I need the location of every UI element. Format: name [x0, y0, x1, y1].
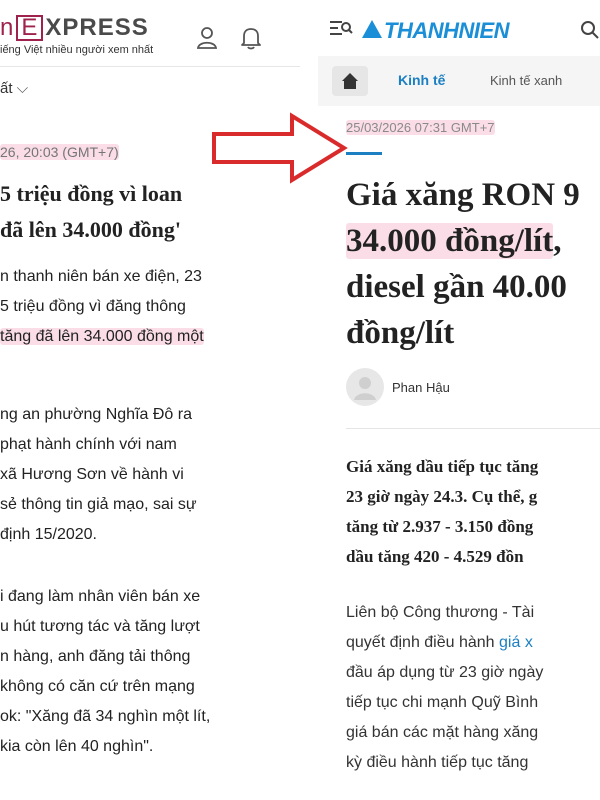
body-line: không có căn cứ trên mạng — [0, 678, 195, 695]
article-title: Giá xăng RON 9 34.000 đồng/lít, diesel g… — [346, 172, 600, 356]
logo-e-box: E — [16, 15, 44, 41]
body-line: ng an phường Nghĩa Đô ra — [0, 406, 192, 423]
article-lead: n thanh niên bán xe điện, 23 5 triệu đồn… — [0, 262, 300, 352]
body-line: ok: "Xăng đã 34 nghìn một lít, — [0, 708, 211, 725]
logo-xpress: XPRESS — [45, 14, 149, 41]
vnexpress-header: n E XPRESS iếng Việt nhiều người xem nhất — [0, 0, 300, 67]
publish-datetime: 26, 20:03 (GMT+7) — [0, 144, 119, 160]
thanhnien-pane: THANHNIEN Kinh tế Kinh tế xanh 25/03/202… — [318, 0, 600, 800]
category-nav: Kinh tế Kinh tế xanh — [318, 56, 600, 106]
body-line: giá bán các mặt hàng xăng — [346, 724, 539, 741]
title-line: đã lên 34.000 đồng' — [0, 217, 181, 242]
lead-line: 23 giờ ngày 24.3. Cụ thể, g — [346, 487, 538, 506]
title-line: Giá xăng RON 9 — [346, 177, 580, 213]
body-line: quyết định điều hành giá x — [346, 628, 600, 658]
datetime-text: 26, 20:03 (GMT+7) — [0, 144, 119, 160]
user-icon[interactable] — [194, 24, 220, 50]
body-line: định 15/2020. — [0, 526, 97, 543]
title-highlight: 34.000 đồng/lít — [346, 223, 554, 259]
body-paragraph-2: i đang làm nhân viên bán xe u hút tương … — [0, 582, 300, 762]
body-line: i đang làm nhân viên bán xe — [0, 588, 201, 605]
body-line: kỳ điều hành tiếp tục tăng — [346, 754, 529, 771]
logo-left-letter: n — [0, 14, 15, 41]
lead-line: 5 triệu đồng vì đăng thông — [0, 298, 186, 315]
lead-line: n thanh niên bán xe điện, 23 — [0, 268, 202, 285]
avatar[interactable] — [346, 368, 384, 406]
body-line: đầu áp dụng từ 23 giờ ngày — [346, 664, 544, 681]
thanhnien-header: THANHNIEN — [318, 0, 600, 52]
body-line: u hút tương tác và tăng lượt — [0, 618, 200, 635]
title-line: đồng/lít — [346, 315, 455, 351]
home-icon — [342, 73, 358, 89]
category-dropdown[interactable]: ất ⌵ — [0, 80, 28, 97]
body-line: n hàng, anh đăng tải thông — [0, 648, 191, 665]
body-line: kia còn lên 40 nghìn". — [0, 738, 154, 755]
bell-icon[interactable] — [238, 24, 264, 50]
price-link[interactable]: giá x — [499, 634, 533, 651]
article-body: Liên bộ Công thương - Tài quyết định điề… — [346, 598, 600, 778]
chevron-down-icon: ⌵ — [16, 80, 29, 97]
home-button[interactable] — [332, 66, 368, 96]
annotation-arrow-icon — [212, 112, 348, 184]
body-line: Liên bộ Công thương - Tài — [346, 604, 535, 621]
lead-line: Giá xăng dầu tiếp tục tăng — [346, 457, 539, 476]
author-name[interactable]: Phan Hậu — [392, 380, 450, 395]
lead-line: dầu tăng 420 - 4.529 đồn — [346, 547, 524, 566]
body-text: quyết định điều hành — [346, 634, 500, 651]
title-line: diesel gần 40.00 — [346, 269, 567, 305]
title-line-rest: , — [553, 223, 562, 259]
vnexpress-logo[interactable]: n E XPRESS — [0, 14, 149, 42]
lead-line: tăng từ 2.937 - 3.150 đồng — [346, 517, 534, 536]
accent-dash — [346, 152, 382, 155]
article-title: 5 triệu đồng vì loan đã lên 34.000 đồng' — [0, 176, 300, 248]
tagline: iếng Việt nhiều người xem nhất — [0, 44, 154, 56]
divider — [346, 428, 600, 429]
tab-kinh-te-xanh[interactable]: Kinh tế xanh — [490, 73, 562, 88]
body-line: xã Hương Sơn về hành vi — [0, 466, 184, 483]
tab-kinh-te[interactable]: Kinh tế — [398, 72, 445, 88]
thanhnien-logo[interactable]: THANHNIEN — [384, 18, 510, 44]
publish-datetime: 25/03/2026 07:31 GMT+7 — [346, 120, 495, 135]
logo-triangle-icon — [362, 20, 382, 38]
body-line: phạt hành chính với nam — [0, 436, 177, 453]
article-lead: Giá xăng dầu tiếp tục tăng 23 giờ ngày 2… — [346, 452, 600, 572]
datetime-text: 25/03/2026 07:31 GMT+7 — [346, 120, 495, 135]
search-icon[interactable] — [580, 20, 600, 46]
menu-search-icon[interactable] — [328, 18, 354, 44]
body-paragraph-1: ng an phường Nghĩa Đô ra phạt hành chính… — [0, 400, 300, 550]
body-line: sẻ thông tin giả mạo, sai sự — [0, 496, 197, 513]
lead-highlight: tăng đã lên 34.000 đồng một — [0, 328, 204, 345]
body-line: tiếp tục chi mạnh Quỹ Bình — [346, 694, 539, 711]
category-label: ất — [0, 80, 13, 97]
